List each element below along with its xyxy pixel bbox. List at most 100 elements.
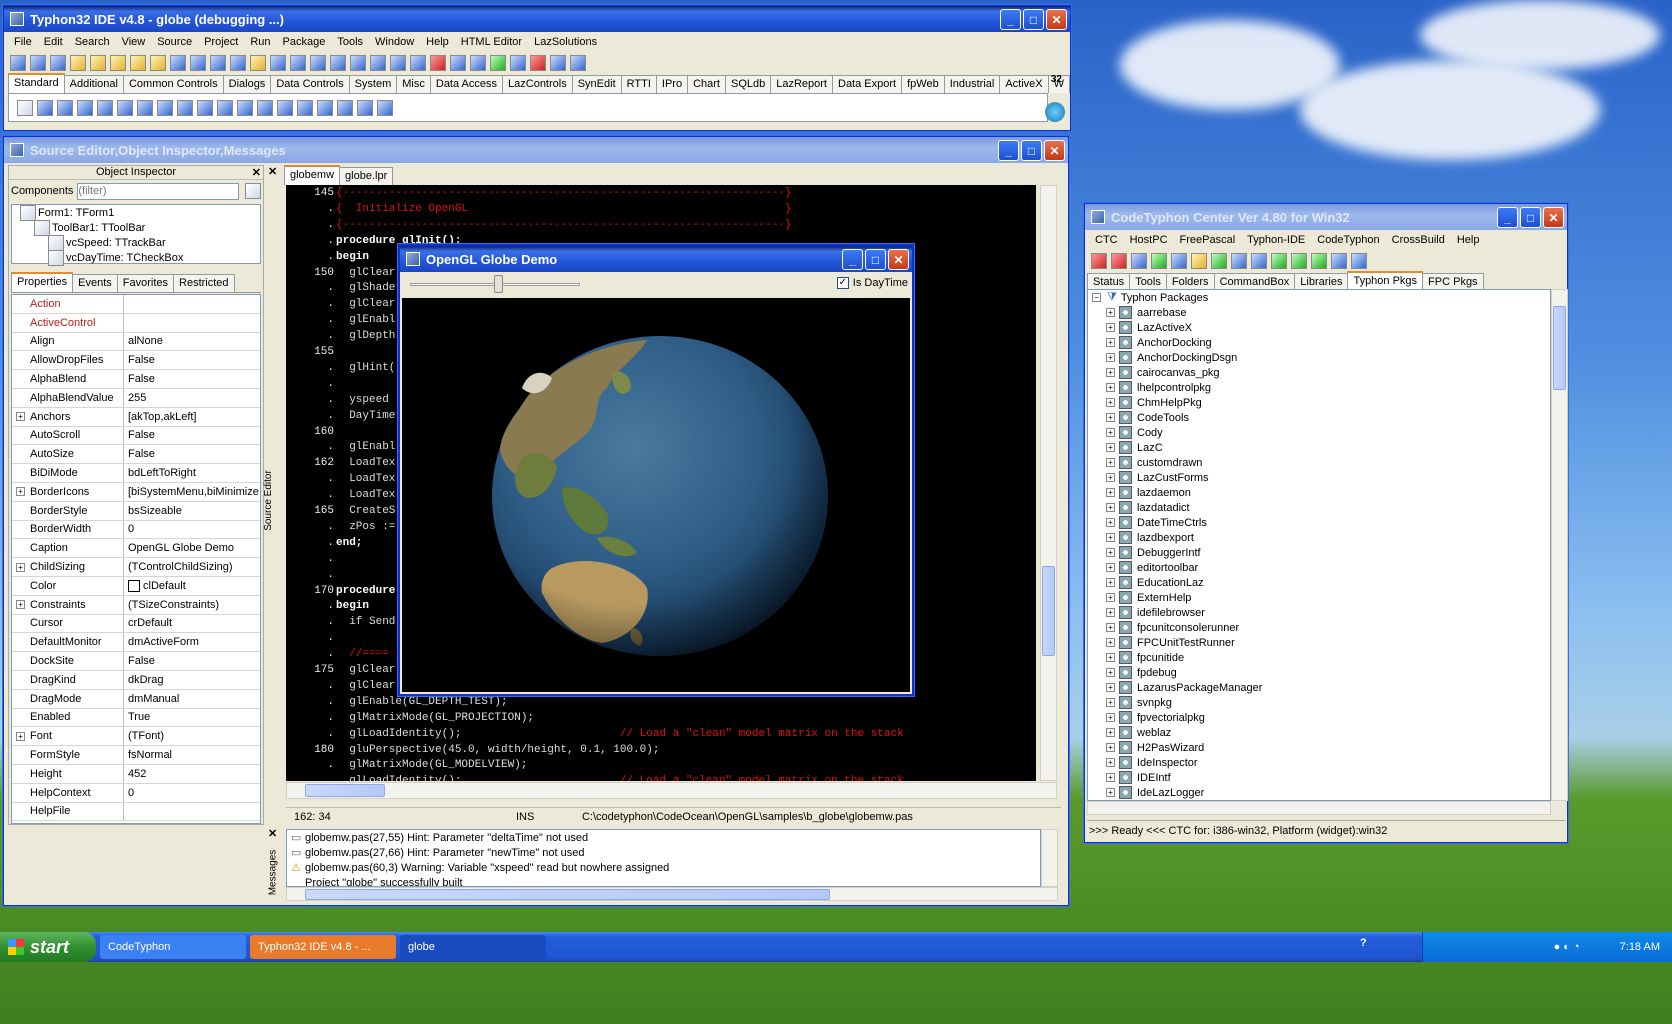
palette-component-icon[interactable]	[217, 99, 233, 116]
component-tree-item[interactable]: ToolBar1: TToolBar	[12, 219, 260, 236]
component-tree-item[interactable]: Form1: TForm1	[12, 204, 260, 221]
property-value[interactable]: bsSizeable	[124, 505, 182, 517]
expand-icon[interactable]: +	[1106, 368, 1115, 377]
ctc-tool-icon[interactable]	[1111, 253, 1127, 269]
palette-component-icon[interactable]	[97, 99, 113, 116]
maximize-button[interactable]: □	[1023, 9, 1044, 30]
palette-tab-activex[interactable]: ActiveX	[999, 75, 1049, 93]
toolbar-tool-icon[interactable]	[430, 55, 446, 71]
package-item[interactable]: + fpvectorialpkg	[1088, 710, 1550, 725]
expand-icon[interactable]: +	[1106, 548, 1115, 557]
close-button[interactable]: ✕	[1543, 207, 1564, 228]
ctc-tool-icon[interactable]	[1291, 253, 1307, 269]
main-title-bar[interactable]: Typhon32 IDE v4.8 - globe (debugging ...…	[4, 6, 1070, 32]
palette-component-icon[interactable]	[337, 99, 353, 116]
property-row[interactable]: + ChildSizing (TControlChildSizing)	[12, 558, 260, 577]
expand-icon[interactable]: +	[16, 731, 25, 741]
toolbar-tool-icon[interactable]	[170, 55, 186, 71]
expand-icon[interactable]: +	[1106, 458, 1115, 467]
package-item[interactable]: + customdrawn	[1088, 455, 1550, 470]
editor-vertical-scrollbar[interactable]	[1040, 185, 1057, 781]
menu-item-lazsolutions[interactable]: LazSolutions	[528, 36, 603, 48]
ctc-tool-icon[interactable]	[1151, 253, 1167, 269]
property-row[interactable]: AllowDropFiles False	[12, 351, 260, 371]
palette-component-icon[interactable]	[277, 99, 293, 116]
inspector-tab-restricted[interactable]: Restricted	[173, 274, 235, 292]
message-item[interactable]: ▭ globemw.pas(27,66) Hint: Parameter "new…	[287, 845, 1040, 860]
property-row[interactable]: HelpContext 0	[12, 783, 260, 803]
toolbar-tool-icon[interactable]	[290, 55, 306, 71]
property-row[interactable]: DragMode dmManual	[12, 689, 260, 709]
package-item[interactable]: + idefilebrowser	[1088, 605, 1550, 620]
property-value[interactable]: 255	[124, 392, 146, 404]
property-row[interactable]: Action	[12, 295, 260, 314]
minimize-button[interactable]: _	[842, 249, 863, 270]
property-row[interactable]: Enabled True	[12, 708, 260, 728]
scrollbar-thumb[interactable]	[305, 784, 385, 797]
close-button[interactable]: ✕	[1046, 9, 1067, 30]
ctc-menu-ctc[interactable]: CTC	[1089, 234, 1124, 246]
property-value[interactable]: (TFont)	[124, 730, 164, 742]
menu-item-edit[interactable]: Edit	[38, 36, 69, 48]
expand-icon[interactable]: +	[1106, 473, 1115, 482]
property-row[interactable]: + Anchors [akTop,akLeft]	[12, 407, 260, 427]
ctc-tool-icon[interactable]	[1311, 253, 1327, 269]
property-value[interactable]: alNone	[124, 335, 163, 347]
ctc-menu-typhon-ide[interactable]: Typhon-IDE	[1241, 234, 1311, 246]
component-tree-item[interactable]: vcDayTime: TCheckBox	[12, 249, 260, 266]
messages-vertical-scrollbar[interactable]	[1041, 829, 1058, 887]
property-value[interactable]: [biSystemMenu,biMinimize	[124, 486, 259, 498]
palette-tab-fpweb[interactable]: fpWeb	[901, 75, 945, 93]
palette-tab-data-export[interactable]: Data Export	[832, 75, 903, 93]
expand-icon[interactable]: +	[1106, 593, 1115, 602]
property-row[interactable]: Height 452	[12, 764, 260, 784]
toolbar-tool-icon[interactable]	[450, 55, 466, 71]
toolbar-tool-icon[interactable]	[550, 55, 566, 71]
toolbar-tool-icon[interactable]	[510, 55, 526, 71]
package-item[interactable]: + AnchorDocking	[1088, 335, 1550, 350]
daytime-checkbox[interactable]: ✓	[836, 277, 849, 289]
close-button[interactable]: ✕	[1044, 140, 1065, 161]
palette-component-icon[interactable]	[137, 99, 153, 116]
inspector-tab-properties[interactable]: Properties	[11, 272, 74, 292]
menu-item-tools[interactable]: Tools	[331, 36, 369, 48]
ctc-tool-icon[interactable]	[1171, 253, 1187, 269]
expand-icon[interactable]: +	[1106, 683, 1115, 692]
ctc-tool-icon[interactable]	[1191, 253, 1207, 269]
expand-icon[interactable]: +	[1106, 308, 1115, 317]
property-row[interactable]: + BorderIcons [biSystemMenu,biMinimize	[12, 482, 260, 502]
toolbar-tool-icon[interactable]	[110, 55, 126, 71]
menu-item-file[interactable]: File	[8, 36, 38, 48]
expand-icon[interactable]: +	[16, 487, 25, 497]
maximize-button[interactable]: □	[1021, 140, 1042, 161]
package-item[interactable]: + ChmHelpPkg	[1088, 395, 1550, 410]
package-item[interactable]: + fpdebug	[1088, 665, 1550, 680]
minimize-button[interactable]: _	[1000, 9, 1021, 30]
expand-icon[interactable]: +	[1106, 503, 1115, 512]
package-item[interactable]: + IDEIntf	[1088, 770, 1550, 785]
property-value[interactable]: fsNormal	[124, 749, 172, 761]
property-row[interactable]: Color clDefault	[12, 576, 260, 596]
property-value[interactable]: dmActiveForm	[124, 636, 199, 648]
source-editor-side-tab[interactable]: ✕ Source Editor	[263, 165, 282, 825]
help-icon[interactable]: ?	[1360, 937, 1380, 957]
property-row[interactable]: AutoScroll False	[12, 426, 260, 446]
palette-component-icon[interactable]	[57, 99, 73, 116]
property-value[interactable]: 0	[124, 523, 134, 535]
toolbar-tool-icon[interactable]	[150, 55, 166, 71]
ctc-tool-icon[interactable]	[1131, 253, 1147, 269]
ctc-menu-hostpc[interactable]: HostPC	[1124, 234, 1174, 246]
property-value[interactable]: (TControlChildSizing)	[124, 561, 233, 573]
palette-component-icon[interactable]	[17, 99, 33, 116]
inspector-tab-events[interactable]: Events	[72, 274, 118, 292]
toolbar-tool-icon[interactable]	[10, 55, 26, 71]
property-value[interactable]: bdLeftToRight	[124, 467, 196, 479]
expand-icon[interactable]: +	[1106, 488, 1115, 497]
property-row[interactable]: AutoSize False	[12, 445, 260, 465]
menu-item-run[interactable]: Run	[244, 36, 276, 48]
palette-tab-additional[interactable]: Additional	[63, 75, 124, 93]
package-item[interactable]: + cairocanvas_pkg	[1088, 365, 1550, 380]
package-item[interactable]: + FPCUnitTestRunner	[1088, 635, 1550, 650]
package-root[interactable]: − ⧩ Typhon Packages	[1088, 290, 1550, 305]
property-value[interactable]: crDefault	[124, 617, 172, 629]
